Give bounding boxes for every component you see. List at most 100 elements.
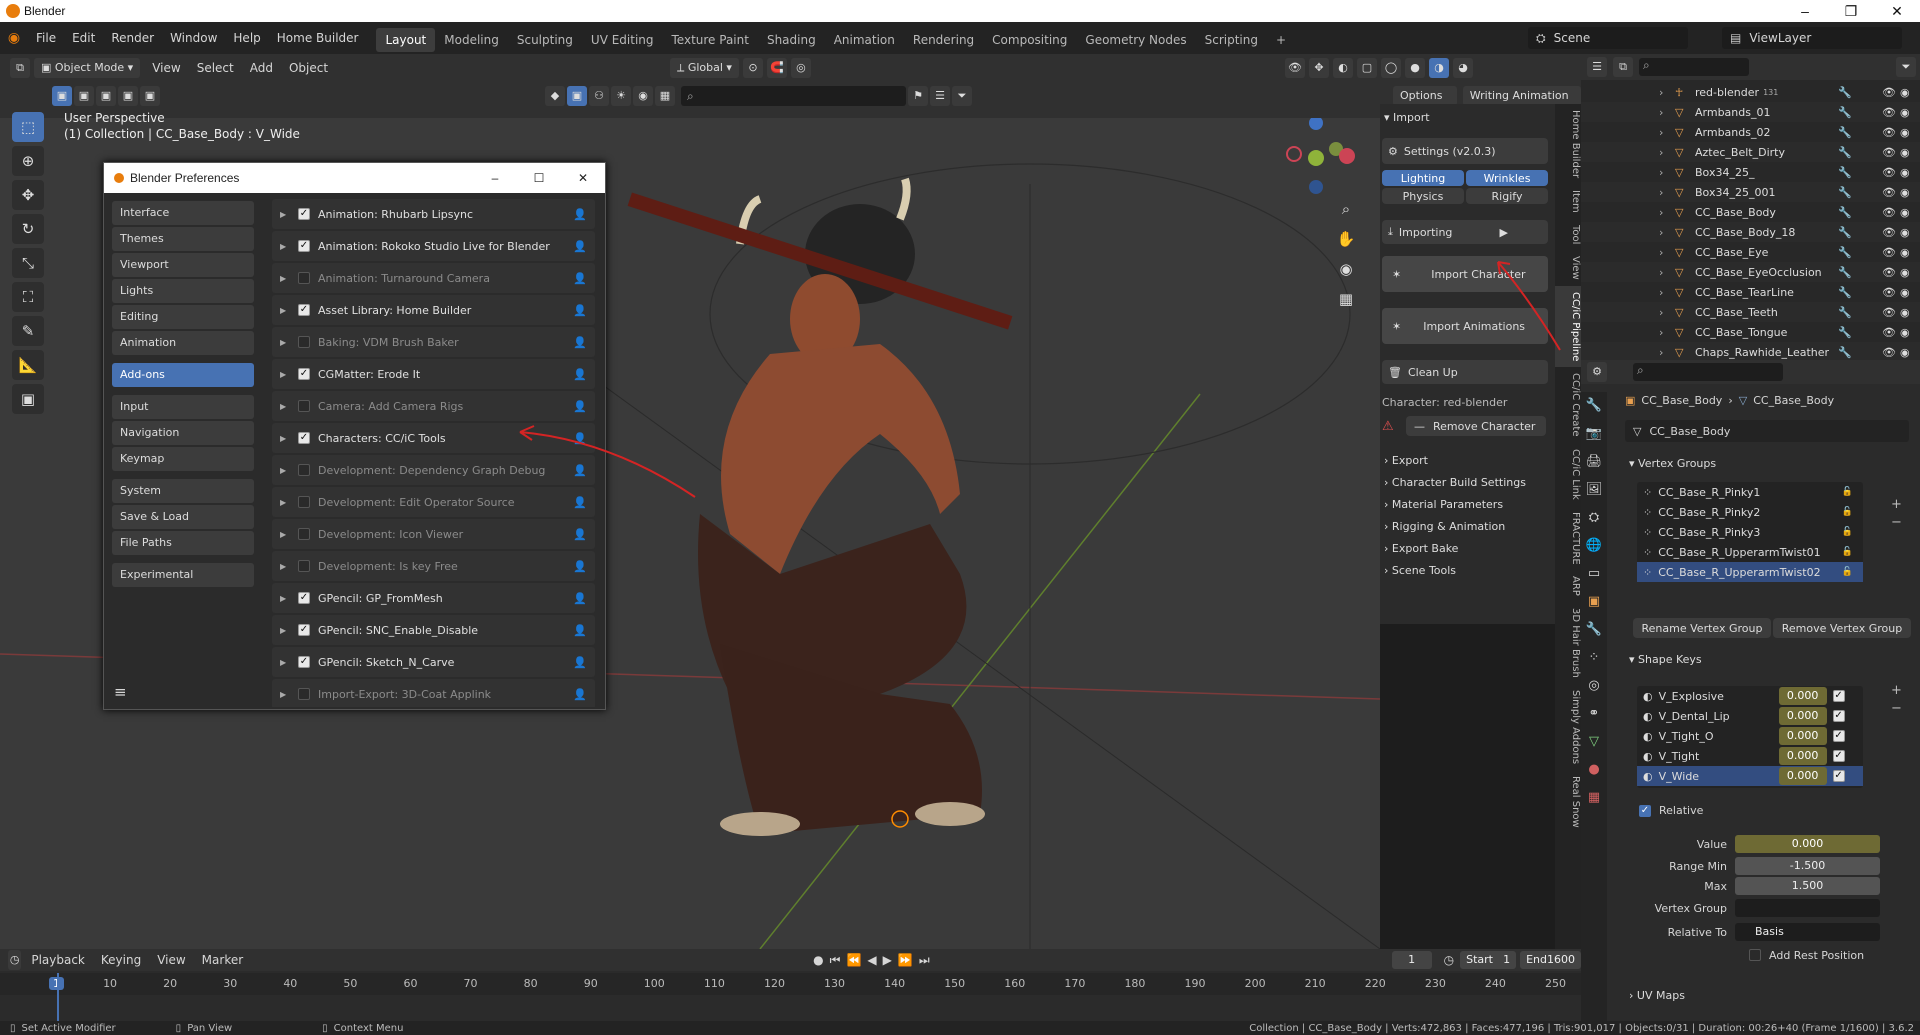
jump-end-icon[interactable]: ⏭ — [919, 953, 930, 968]
visibility-eye-icon[interactable]: 👁 — [1882, 126, 1900, 139]
visibility-eye-icon[interactable]: 👁 — [1882, 326, 1900, 339]
object-tab-icon[interactable]: ▣ — [1581, 588, 1607, 616]
visibility-eye-icon[interactable]: 👁 — [1882, 306, 1900, 319]
lock-icon[interactable]: 🔓 — [1842, 567, 1853, 577]
record-icon[interactable]: ● — [813, 953, 823, 967]
outliner-item[interactable]: › ▽ CC_Base_Tongue 🔧 👁 ◉ — [1581, 322, 1920, 342]
end-frame-field[interactable]: End 1600 — [1520, 951, 1581, 969]
shape-key-item[interactable]: ◐ V_Tight_O 0.000 ✓ — [1637, 726, 1863, 746]
vertex-group-item[interactable]: ⁘ CC_Base_R_Pinky2 🔓 — [1637, 502, 1863, 522]
texture-tab-icon[interactable]: ▦ — [1581, 784, 1607, 812]
rename-vertex-group-button[interactable]: Rename Vertex Group — [1633, 618, 1771, 638]
visibility-eye-icon[interactable]: 👁 — [1882, 246, 1900, 259]
render-camera-icon[interactable]: ◉ — [1900, 206, 1920, 219]
range-max-field[interactable]: 1.500 — [1735, 877, 1880, 895]
add-rest-position-checkbox[interactable] — [1749, 949, 1761, 961]
relative-checkbox[interactable]: ✓ — [1639, 804, 1651, 817]
visibility-eye-icon[interactable]: 👁 — [1882, 286, 1900, 299]
outliner-item[interactable]: › ▽ CC_Base_Body 🔧 👁 ◉ — [1581, 202, 1920, 222]
modifier-tab-icon[interactable]: 🔧 — [1581, 616, 1607, 644]
outliner-search-input[interactable]: ⌕ — [1639, 58, 1749, 76]
render-camera-icon[interactable]: ◉ — [1900, 186, 1920, 199]
shape-key-item[interactable]: ◐ V_Wide 0.000 ✓ — [1637, 766, 1863, 786]
vertex-group-field[interactable] — [1735, 899, 1880, 917]
relative-to-field[interactable]: Basis — [1735, 923, 1880, 941]
expand-icon[interactable]: › — [1659, 186, 1675, 199]
constraints-tab-icon[interactable]: ⚭ — [1581, 700, 1607, 728]
shape-key-mute-checkbox[interactable]: ✓ — [1832, 730, 1845, 742]
expand-icon[interactable]: › — [1659, 126, 1675, 139]
visibility-eye-icon[interactable]: 👁 — [1882, 206, 1900, 219]
expand-icon[interactable]: › — [1659, 86, 1675, 99]
range-min-field[interactable]: -1.500 — [1735, 857, 1880, 875]
render-camera-icon[interactable]: ◉ — [1900, 146, 1920, 159]
shape-key-value[interactable]: 0.000 — [1778, 727, 1827, 745]
expand-icon[interactable]: › — [1659, 286, 1675, 299]
current-frame-field[interactable]: 1 — [1391, 951, 1432, 969]
vertex-group-item[interactable]: ⁘ CC_Base_R_UpperarmTwist01 🔓 — [1637, 542, 1863, 562]
render-camera-icon[interactable]: ◉ — [1900, 246, 1920, 259]
remove-vertex-group-button[interactable]: Remove Vertex Group — [1773, 618, 1911, 638]
render-camera-icon[interactable]: ◉ — [1900, 106, 1920, 119]
outliner-item[interactable]: › ▽ CC_Base_TearLine 🔧 👁 ◉ — [1581, 282, 1920, 302]
timeline-menu-view[interactable]: View — [149, 949, 193, 971]
vertex-group-item[interactable]: ⁘ CC_Base_R_Pinky1 🔓 — [1637, 482, 1863, 502]
expand-icon[interactable]: › — [1659, 226, 1675, 239]
uv-maps-header[interactable]: › UV Maps — [1625, 982, 1685, 1009]
outliner-item[interactable]: › ▽ CC_Base_Eye 🔧 👁 ◉ — [1581, 242, 1920, 262]
play-reverse-icon[interactable]: ◀ — [867, 953, 876, 967]
shape-key-value[interactable]: 0.000 — [1778, 747, 1827, 765]
visibility-eye-icon[interactable]: 👁 — [1882, 166, 1900, 179]
playhead[interactable] — [57, 973, 59, 1023]
visibility-eye-icon[interactable]: 👁 — [1882, 346, 1900, 359]
render-camera-icon[interactable]: ◉ — [1900, 166, 1920, 179]
vertex-group-item[interactable]: ⁘ CC_Base_R_UpperarmTwist02 🔓 — [1637, 562, 1863, 582]
render-camera-icon[interactable]: ◉ — [1900, 126, 1920, 139]
outliner-item[interactable]: › ▽ Armbands_01 🔧 👁 ◉ — [1581, 102, 1920, 122]
next-key-icon[interactable]: ⏩ — [898, 953, 913, 967]
properties-type-icon[interactable]: ⚙ — [1587, 362, 1607, 382]
timeline-menu-playback[interactable]: Playback — [23, 949, 93, 971]
lock-icon[interactable]: 🔓 — [1842, 507, 1853, 517]
outliner-item[interactable]: › ▽ Box34_25_ 🔧 👁 ◉ — [1581, 162, 1920, 182]
render-camera-icon[interactable]: ◉ — [1900, 326, 1920, 339]
frame-ruler[interactable]: 1102030405060708090100110120130140150160… — [0, 973, 1581, 995]
display-mode-icon[interactable]: ⧉ — [1613, 57, 1633, 77]
vertex-groups-header[interactable]: ▾ Vertex Groups — [1625, 450, 1716, 477]
collection-tab-icon[interactable]: ▭ — [1581, 560, 1607, 588]
visibility-eye-icon[interactable]: 👁 — [1882, 106, 1900, 119]
start-frame-field[interactable]: Start 1 — [1460, 951, 1517, 969]
material-tab-icon[interactable]: ● — [1581, 756, 1607, 784]
outliner-item[interactable]: › ☥ red-blender 131 🔧 👁 ◉ — [1581, 82, 1920, 102]
jump-start-icon[interactable]: ⏮ — [830, 953, 841, 968]
shape-key-mute-checkbox[interactable]: ✓ — [1832, 690, 1845, 702]
visibility-eye-icon[interactable]: 👁 — [1882, 226, 1900, 239]
expand-icon[interactable]: › — [1659, 106, 1675, 119]
visibility-eye-icon[interactable]: 👁 — [1882, 86, 1900, 99]
mesh-name-field[interactable]: CC_Base_Body — [1649, 425, 1730, 438]
render-camera-icon[interactable]: ◉ — [1900, 226, 1920, 239]
shape-key-value[interactable]: 0.000 — [1778, 687, 1827, 705]
remove-shape-key-icon[interactable]: − — [1891, 700, 1902, 718]
shape-key-item[interactable]: ◐ V_Explosive 0.000 ✓ — [1637, 686, 1863, 706]
tool-tab-icon[interactable]: 🔧 — [1581, 392, 1607, 420]
properties-search-input[interactable]: ⌕ — [1633, 363, 1783, 381]
outliner-item[interactable]: › ▽ Aztec_Belt_Dirty 🔧 👁 ◉ — [1581, 142, 1920, 162]
timeline-type-icon[interactable]: ◷ — [8, 950, 22, 970]
shape-key-mute-checkbox[interactable]: ✓ — [1832, 750, 1845, 762]
expand-icon[interactable]: › — [1659, 346, 1675, 359]
render-tab-icon[interactable]: 📷 — [1581, 420, 1607, 448]
timeline-menu-keying[interactable]: Keying — [93, 949, 149, 971]
shape-key-item[interactable]: ◐ V_Dental_Lip 0.000 ✓ — [1637, 706, 1863, 726]
outliner-item[interactable]: › ▽ CC_Base_Body_18 🔧 👁 ◉ — [1581, 222, 1920, 242]
expand-icon[interactable]: › — [1659, 326, 1675, 339]
prev-key-icon[interactable]: ⏪ — [846, 953, 861, 967]
render-camera-icon[interactable]: ◉ — [1900, 306, 1920, 319]
filter-icon[interactable]: ⏷ — [1896, 57, 1916, 77]
outliner-item[interactable]: › ▽ Armbands_02 🔧 👁 ◉ — [1581, 122, 1920, 142]
physics-tab-icon[interactable]: ◎ — [1581, 672, 1607, 700]
outliner-type-icon[interactable]: ☰ — [1587, 57, 1607, 77]
particles-tab-icon[interactable]: ⁘ — [1581, 644, 1607, 672]
expand-icon[interactable]: › — [1659, 246, 1675, 259]
lock-icon[interactable]: 🔓 — [1842, 547, 1853, 557]
